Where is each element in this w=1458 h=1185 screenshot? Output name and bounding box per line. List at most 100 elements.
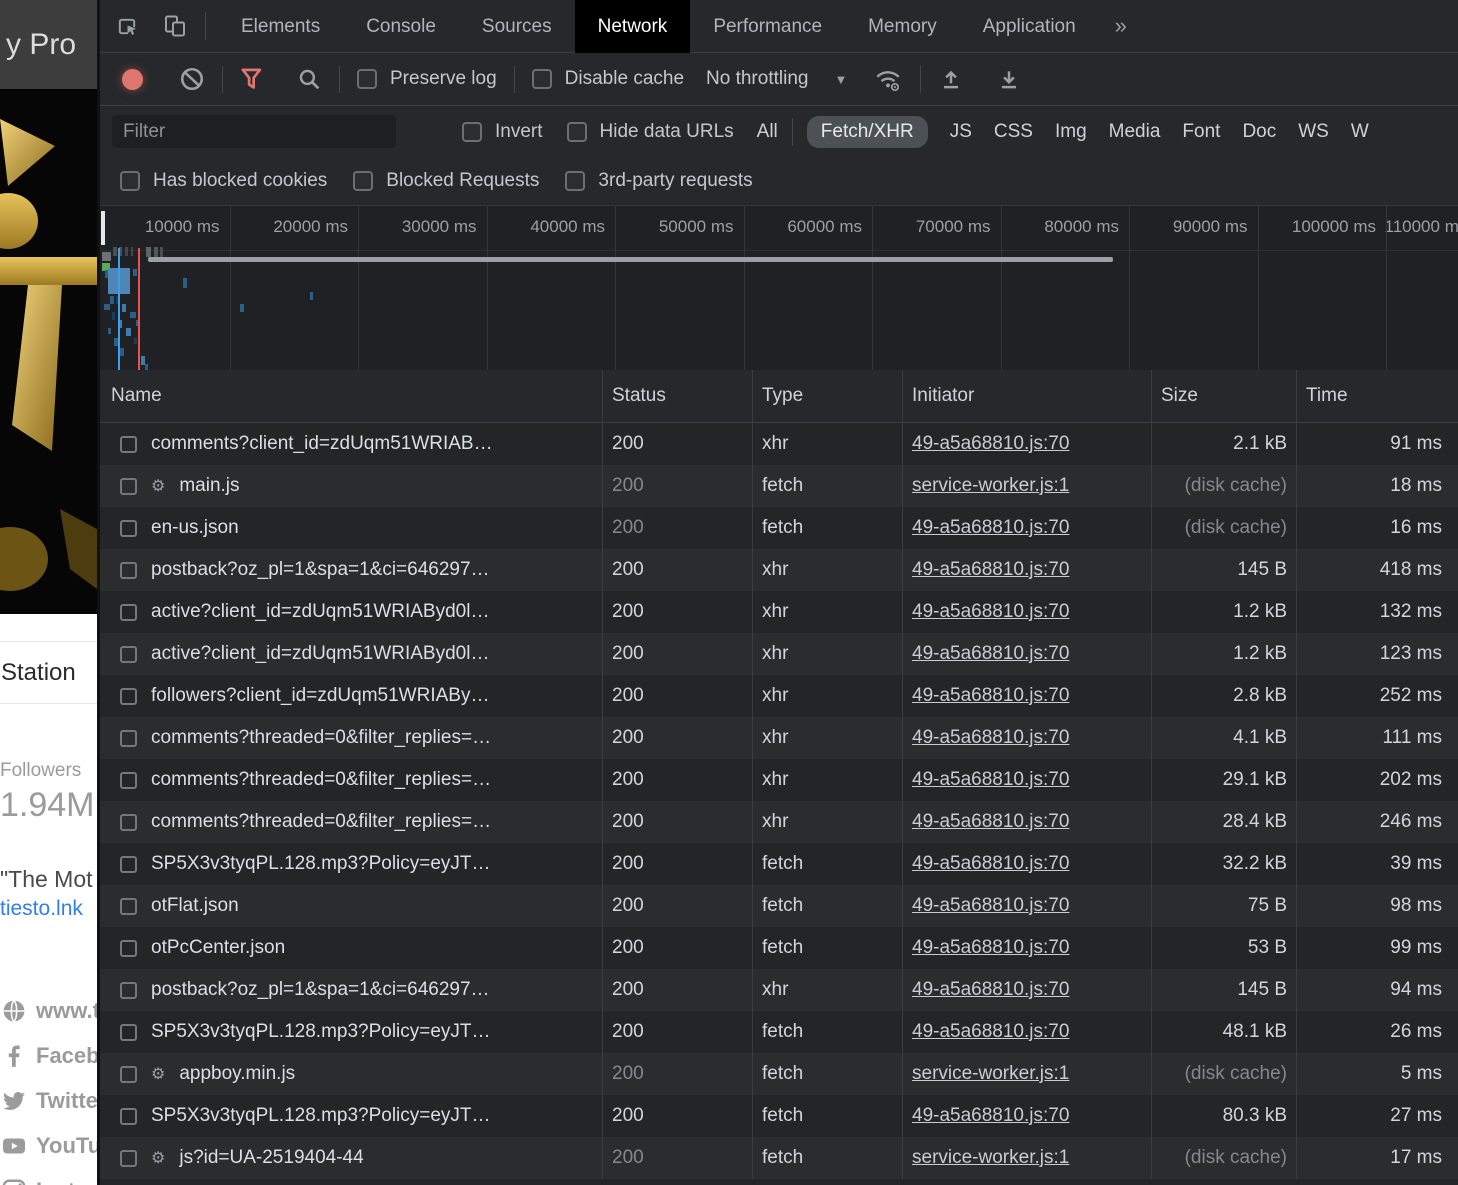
tab-console[interactable]: Console — [343, 0, 459, 53]
table-row[interactable]: active?client_id=zdUqm51WRIAByd0l…200xhr… — [100, 591, 1458, 633]
filter-type-img[interactable]: Img — [1055, 121, 1087, 143]
initiator-link[interactable]: 49-a5a68810.js:70 — [912, 601, 1069, 623]
table-row[interactable]: ⚙js?id=UA-2519404-44200fetchservice-work… — [100, 1137, 1458, 1179]
clear-network-log-icon[interactable] — [179, 66, 205, 92]
social-link-faceb[interactable]: Faceb — [2, 1033, 97, 1078]
table-row[interactable]: SP5X3v3tyqPL.128.mp3?Policy=eyJT…200fetc… — [100, 1095, 1458, 1137]
filter-type-font[interactable]: Font — [1182, 121, 1220, 143]
initiator-link[interactable]: 49-a5a68810.js:70 — [912, 895, 1069, 917]
blocked-requests-checkbox[interactable] — [353, 171, 373, 191]
device-toolbar-icon[interactable] — [163, 14, 187, 38]
row-checkbox[interactable] — [120, 814, 137, 831]
initiator-link[interactable]: 49-a5a68810.js:70 — [912, 433, 1069, 455]
row-checkbox[interactable] — [120, 478, 137, 495]
filter-type-fetch-xhr[interactable]: Fetch/XHR — [807, 116, 928, 148]
disable-cache-checkbox[interactable] — [532, 69, 552, 89]
row-checkbox[interactable] — [120, 772, 137, 789]
search-icon[interactable] — [297, 67, 322, 92]
initiator-link[interactable]: 49-a5a68810.js:70 — [912, 1105, 1069, 1127]
table-row[interactable]: SP5X3v3tyqPL.128.mp3?Policy=eyJT…200fetc… — [100, 843, 1458, 885]
col-header-time[interactable]: Time — [1297, 370, 1458, 422]
social-link-www-t[interactable]: www.t — [2, 988, 97, 1033]
3rd-party-requests-checkbox[interactable] — [565, 171, 585, 191]
more-tabs-chevron-icon[interactable]: » — [1115, 13, 1127, 39]
row-checkbox[interactable] — [120, 898, 137, 915]
table-row[interactable]: ⚙appboy.min.js200fetchservice-worker.js:… — [100, 1053, 1458, 1095]
table-row[interactable]: comments?threaded=0&filter_replies=…200x… — [100, 801, 1458, 843]
col-header-initiator[interactable]: Initiator — [903, 370, 1152, 422]
initiator-link[interactable]: 49-a5a68810.js:70 — [912, 769, 1069, 791]
network-conditions-icon[interactable] — [873, 65, 903, 93]
initiator-link[interactable]: 49-a5a68810.js:70 — [912, 727, 1069, 749]
initiator-link[interactable]: 49-a5a68810.js:70 — [912, 685, 1069, 707]
initiator-link[interactable]: 49-a5a68810.js:70 — [912, 853, 1069, 875]
import-har-icon[interactable] — [938, 66, 964, 92]
record-network-log-button[interactable] — [122, 69, 143, 90]
tab-sources[interactable]: Sources — [459, 0, 575, 53]
initiator-link[interactable]: 49-a5a68810.js:70 — [912, 811, 1069, 833]
social-link-twitte[interactable]: Twitte — [2, 1078, 97, 1123]
tab-network[interactable]: Network — [575, 0, 691, 53]
table-row[interactable]: postback?oz_pl=1&spa=1&ci=646297…200xhr4… — [100, 549, 1458, 591]
row-checkbox[interactable] — [120, 520, 137, 537]
table-row[interactable]: comments?threaded=0&filter_replies=…200x… — [100, 717, 1458, 759]
row-checkbox[interactable] — [120, 1150, 137, 1167]
network-overview-timeline[interactable]: 10000 ms20000 ms30000 ms40000 ms50000 ms… — [100, 205, 1458, 371]
row-checkbox[interactable] — [120, 604, 137, 621]
initiator-link[interactable]: 49-a5a68810.js:70 — [912, 643, 1069, 665]
tab-performance[interactable]: Performance — [690, 0, 845, 53]
table-row[interactable]: active?client_id=zdUqm51WRIAByd0l…200xhr… — [100, 633, 1458, 675]
row-checkbox[interactable] — [120, 856, 137, 873]
initiator-link[interactable]: 49-a5a68810.js:70 — [912, 517, 1069, 539]
filter-input[interactable] — [112, 115, 396, 148]
preserve-log-checkbox[interactable] — [357, 69, 377, 89]
social-link-youtu[interactable]: YouTu — [2, 1123, 97, 1168]
export-har-icon[interactable] — [996, 66, 1022, 92]
initiator-link[interactable]: 49-a5a68810.js:70 — [912, 937, 1069, 959]
table-row[interactable]: comments?threaded=0&filter_replies=…200x… — [100, 759, 1458, 801]
row-checkbox[interactable] — [120, 1024, 137, 1041]
table-row[interactable]: otPcCenter.json200fetch49-a5a68810.js:70… — [100, 927, 1458, 969]
filter-type-doc[interactable]: Doc — [1242, 121, 1276, 143]
col-header-name[interactable]: Name — [100, 370, 603, 422]
tab-application[interactable]: Application — [960, 0, 1099, 53]
filter-type-ws[interactable]: WS — [1298, 121, 1329, 143]
initiator-link[interactable]: 49-a5a68810.js:70 — [912, 979, 1069, 1001]
initiator-link[interactable]: service-worker.js:1 — [912, 1147, 1069, 1169]
table-row[interactable]: SP5X3v3tyqPL.128.mp3?Policy=eyJT…200fetc… — [100, 1011, 1458, 1053]
row-checkbox[interactable] — [120, 1066, 137, 1083]
hide-data-urls-checkbox[interactable] — [567, 122, 587, 142]
social-link-instag[interactable]: Instag — [2, 1168, 97, 1185]
bio-link[interactable]: tiesto.lnk — [0, 897, 83, 921]
row-checkbox[interactable] — [120, 940, 137, 957]
filter-type-w[interactable]: W — [1351, 121, 1369, 143]
col-header-status[interactable]: Status — [603, 370, 753, 422]
col-header-size[interactable]: Size — [1152, 370, 1297, 422]
tab-memory[interactable]: Memory — [845, 0, 960, 53]
row-checkbox[interactable] — [120, 436, 137, 453]
table-row[interactable]: followers?client_id=zdUqm51WRIABy…200xhr… — [100, 675, 1458, 717]
throttling-caret-icon[interactable]: ▼ — [834, 72, 847, 87]
row-checkbox[interactable] — [120, 982, 137, 999]
table-row[interactable]: postback?oz_pl=1&spa=1&ci=646297…200xhr4… — [100, 969, 1458, 1011]
initiator-link[interactable]: 49-a5a68810.js:70 — [912, 559, 1069, 581]
row-checkbox[interactable] — [120, 730, 137, 747]
station-tab[interactable]: Station — [0, 641, 97, 704]
throttling-select[interactable]: No throttling — [706, 68, 808, 90]
filter-type-js[interactable]: JS — [950, 121, 972, 143]
filter-type-css[interactable]: CSS — [994, 121, 1033, 143]
filter-toggle-icon[interactable] — [240, 67, 265, 92]
initiator-link[interactable]: service-worker.js:1 — [912, 1063, 1069, 1085]
inspect-element-icon[interactable] — [116, 15, 139, 38]
table-row[interactable]: en-us.json200fetch49-a5a68810.js:70(disk… — [100, 507, 1458, 549]
row-checkbox[interactable] — [120, 1108, 137, 1125]
initiator-link[interactable]: 49-a5a68810.js:70 — [912, 1021, 1069, 1043]
row-checkbox[interactable] — [120, 688, 137, 705]
filter-type-all[interactable]: All — [757, 121, 778, 143]
invert-checkbox[interactable] — [462, 122, 482, 142]
initiator-link[interactable]: service-worker.js:1 — [912, 475, 1069, 497]
row-checkbox[interactable] — [120, 646, 137, 663]
table-row[interactable]: ⚙main.js200fetchservice-worker.js:1(disk… — [100, 465, 1458, 507]
table-row[interactable]: otFlat.json200fetch49-a5a68810.js:7075 B… — [100, 885, 1458, 927]
tab-elements[interactable]: Elements — [218, 0, 343, 53]
